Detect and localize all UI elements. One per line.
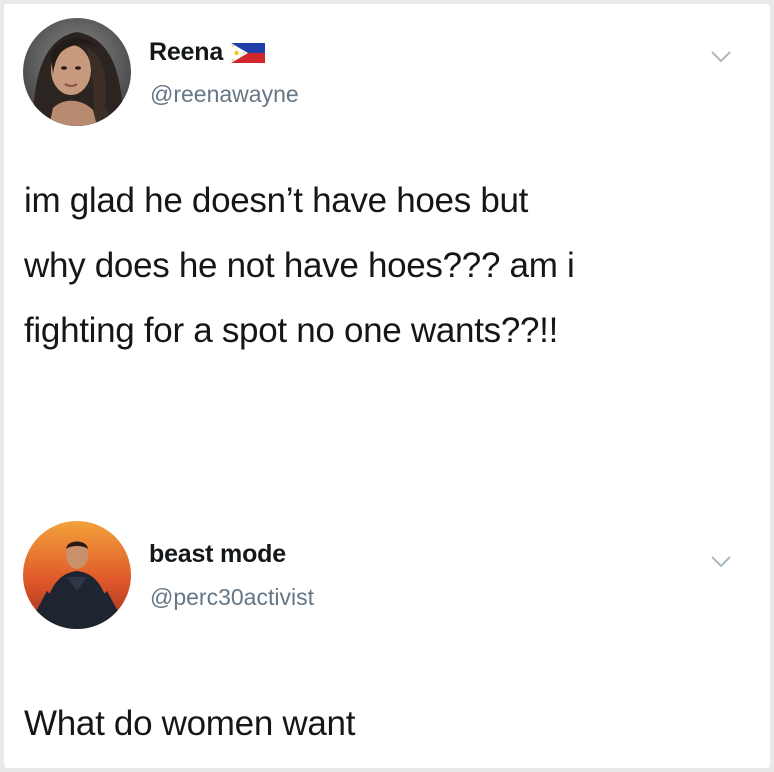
tweet-text-line: why does he not have hoes??? am i <box>24 246 575 285</box>
display-name[interactable]: Reena <box>149 38 223 67</box>
name-row: beast mode <box>149 540 286 569</box>
name-row: Reena <box>149 38 266 67</box>
avatar[interactable] <box>23 18 131 126</box>
screenshot-frame: Reena @reenawayne im glad he doesn’t hav… <box>4 4 770 768</box>
profile-photo-woman-icon <box>23 18 131 126</box>
chevron-down-icon[interactable] <box>710 50 732 64</box>
tweet-text: im glad he doesn’t have hoes but why doe… <box>24 168 744 363</box>
avatar[interactable] <box>23 521 131 629</box>
tweet-text-line: fighting for a spot no one wants??!! <box>24 311 559 350</box>
handle[interactable]: @reenawayne <box>150 81 299 108</box>
display-name[interactable]: beast mode <box>149 540 286 569</box>
handle[interactable]: @perc30activist <box>150 584 314 611</box>
tweet-text: What do women want <box>24 691 744 756</box>
philippines-flag-icon <box>231 42 266 63</box>
chevron-down-icon[interactable] <box>710 555 732 569</box>
profile-photo-superhero-icon <box>23 521 131 629</box>
tweet-reena[interactable]: Reena @reenawayne im glad he doesn’t hav… <box>4 4 770 424</box>
tweet-text-line: im glad he doesn’t have hoes but <box>24 181 529 220</box>
tweet-beast-mode[interactable]: beast mode @perc30activist What do women… <box>4 504 770 768</box>
tweet-text-line: What do women want <box>24 704 356 743</box>
